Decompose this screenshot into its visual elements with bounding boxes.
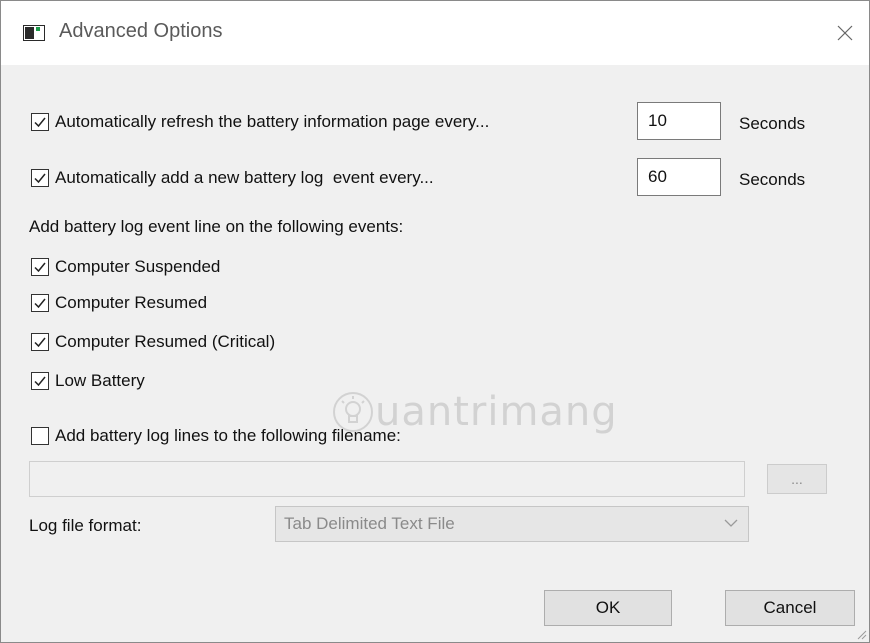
log-event-label: Automatically add a new battery log even…: [55, 168, 434, 187]
events-heading: Add battery log event line on the follow…: [29, 217, 404, 236]
refresh-option[interactable]: Automatically refresh the battery inform…: [31, 112, 489, 132]
log-event-option[interactable]: Automatically add a new battery log even…: [31, 168, 434, 188]
cancel-button[interactable]: Cancel: [725, 590, 855, 626]
app-window-icon: [23, 25, 45, 41]
event-option-computer-resumed-critical[interactable]: Computer Resumed (Critical): [31, 332, 275, 352]
log-format-select[interactable]: Tab Delimited Text File: [275, 506, 749, 542]
log-event-checkbox[interactable]: [31, 169, 49, 187]
event-checkbox[interactable]: [31, 258, 49, 276]
refresh-checkbox[interactable]: [31, 113, 49, 131]
filename-option[interactable]: Add battery log lines to the following f…: [31, 426, 401, 446]
checkmark-icon: [34, 337, 46, 348]
chevron-down-icon: [724, 519, 738, 527]
event-option-computer-resumed[interactable]: Computer Resumed: [31, 293, 207, 313]
refresh-unit-label: Seconds: [739, 114, 806, 133]
log-event-interval-input[interactable]: [637, 158, 721, 196]
checkmark-icon: [34, 173, 46, 184]
window-title: Advanced Options: [59, 20, 223, 42]
close-button[interactable]: [823, 15, 867, 51]
refresh-label: Automatically refresh the battery inform…: [55, 112, 490, 131]
checkmark-icon: [34, 298, 46, 309]
event-option-low-battery[interactable]: Low Battery: [31, 371, 145, 391]
filename-checkbox[interactable]: [31, 427, 49, 445]
log-format-label: Log file format:: [29, 516, 142, 535]
log-filename-input[interactable]: [29, 461, 745, 497]
checkmark-icon: [34, 262, 46, 273]
event-checkbox[interactable]: [31, 372, 49, 390]
event-label: Computer Resumed: [55, 293, 208, 312]
checkmark-icon: [34, 376, 46, 387]
event-label: Computer Suspended: [55, 257, 221, 276]
watermark-text: uantrimang: [375, 389, 618, 435]
resize-grip-icon[interactable]: [855, 628, 867, 640]
ok-button[interactable]: OK: [544, 590, 672, 626]
filename-label: Add battery log lines to the following f…: [55, 426, 401, 445]
log-format-selected-value: Tab Delimited Text File: [284, 514, 455, 533]
checkmark-icon: [34, 117, 46, 128]
event-label: Low Battery: [55, 371, 145, 390]
event-checkbox[interactable]: [31, 333, 49, 351]
event-label: Computer Resumed (Critical): [55, 332, 276, 351]
browse-button[interactable]: ...: [767, 464, 827, 494]
title-bar: Advanced Options: [1, 1, 869, 65]
advanced-options-dialog: Advanced Options Automatically refresh t…: [0, 0, 870, 643]
log-event-unit-label: Seconds: [739, 170, 806, 189]
event-option-computer-suspended[interactable]: Computer Suspended: [31, 257, 220, 277]
refresh-interval-input[interactable]: [637, 102, 721, 140]
close-icon[interactable]: [837, 25, 853, 41]
event-checkbox[interactable]: [31, 294, 49, 312]
